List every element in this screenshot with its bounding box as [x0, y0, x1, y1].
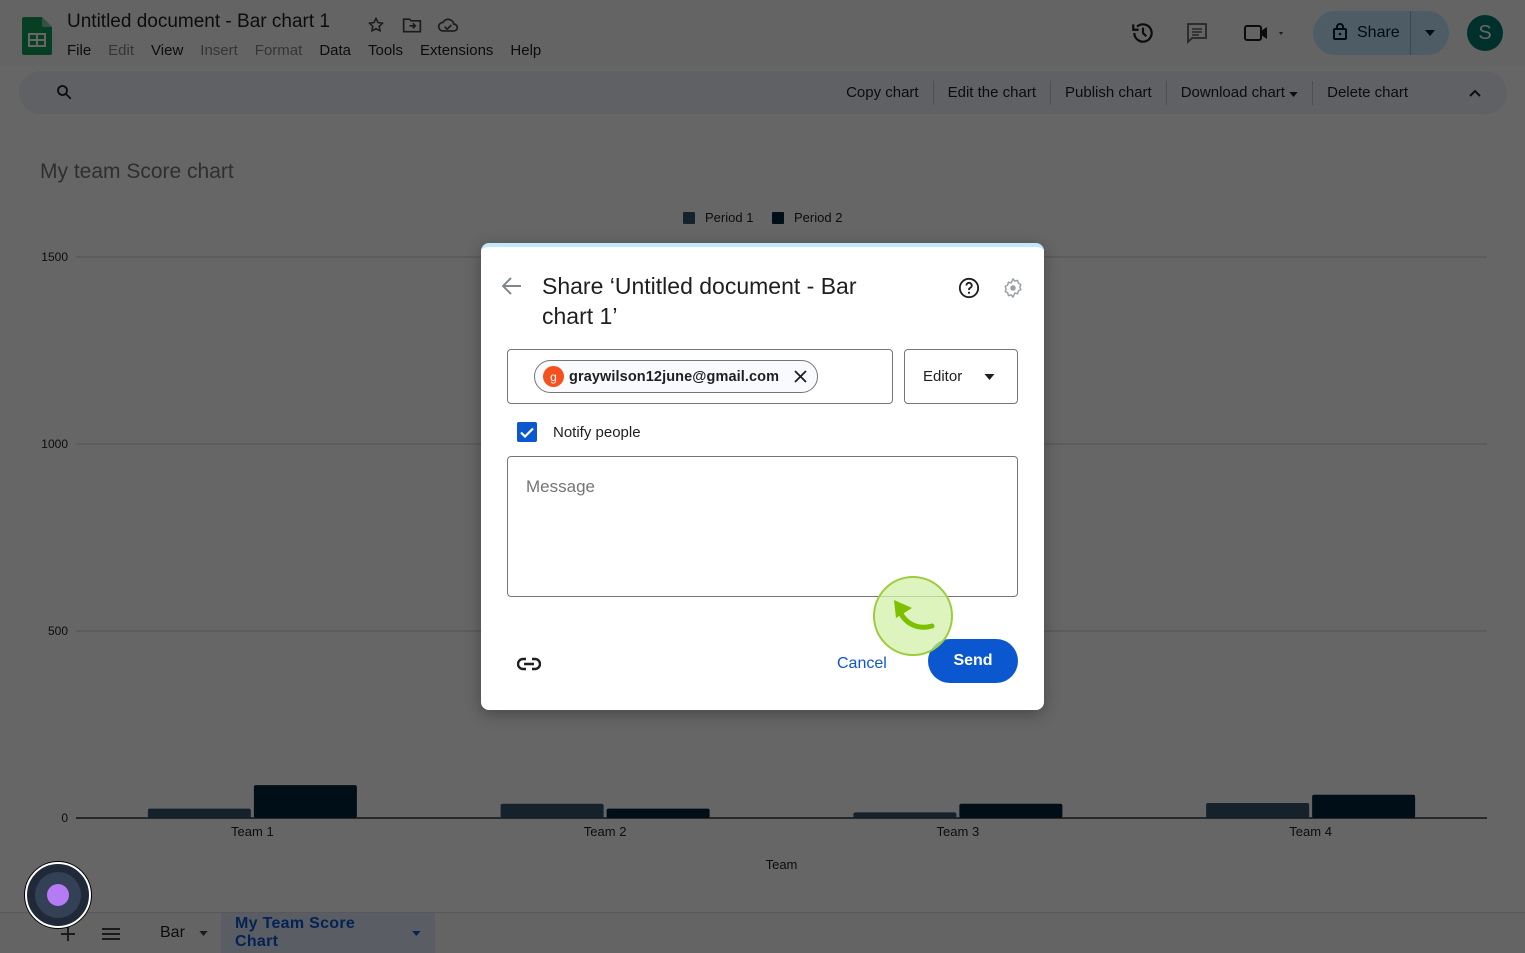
- record-dot-icon: [47, 884, 69, 906]
- recipient-email: graywilson12june@gmail.com: [569, 368, 780, 385]
- recipients-input[interactable]: g graywilson12june@gmail.com: [507, 349, 893, 404]
- notify-people-label: Notify people: [553, 423, 641, 441]
- remove-recipient-icon[interactable]: [790, 367, 810, 387]
- cancel-button[interactable]: Cancel: [837, 649, 887, 679]
- back-arrow-icon[interactable]: [501, 275, 523, 297]
- checkmark-icon: [520, 427, 534, 438]
- role-value: Editor: [923, 368, 963, 385]
- recipient-chip[interactable]: g graywilson12june@gmail.com: [534, 360, 819, 393]
- share-dialog: Share ‘Untitled document - Bar chart 1’ …: [481, 243, 1044, 710]
- send-button[interactable]: Send: [928, 639, 1018, 683]
- chevron-down-icon: [984, 373, 995, 380]
- notify-people-checkbox[interactable]: [517, 422, 537, 442]
- copy-link-icon[interactable]: [517, 652, 541, 676]
- message-textarea[interactable]: [507, 456, 1018, 597]
- role-dropdown[interactable]: Editor: [904, 349, 1018, 404]
- settings-gear-icon[interactable]: [1001, 276, 1025, 300]
- recipient-avatar: g: [543, 366, 564, 387]
- screen-recorder-button[interactable]: [25, 862, 91, 928]
- dialog-title: Share ‘Untitled document - Bar chart 1’: [542, 273, 857, 329]
- click-hint-indicator: [873, 576, 953, 656]
- help-icon[interactable]: [957, 276, 981, 300]
- curved-arrow-icon: [894, 600, 935, 630]
